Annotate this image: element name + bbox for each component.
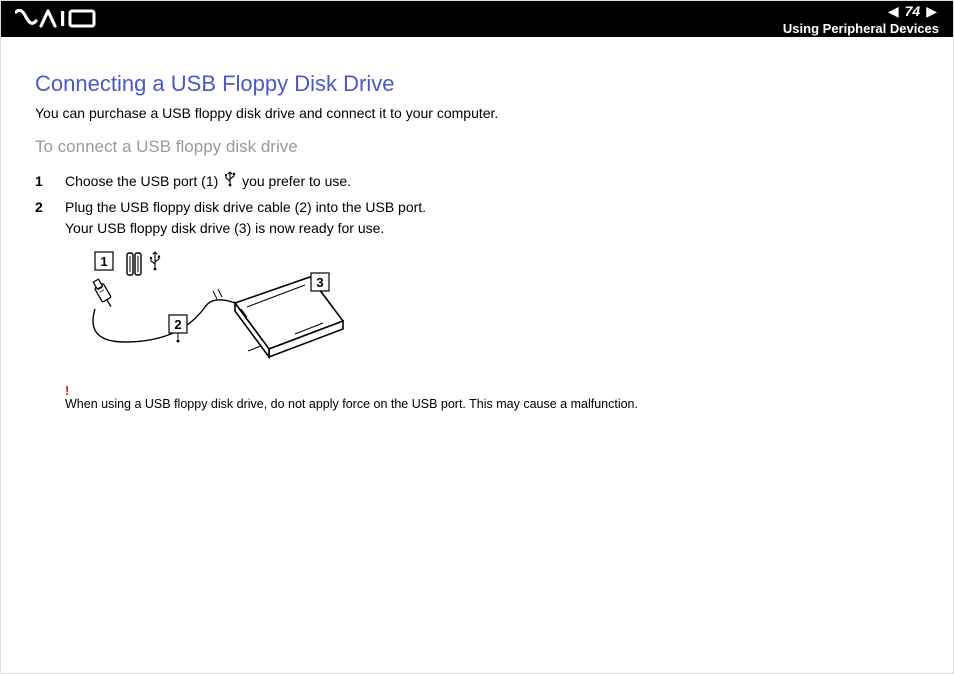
- step-2-text-a: Plug the USB floppy disk drive cable (2)…: [65, 199, 426, 215]
- connection-diagram: 1: [65, 247, 919, 372]
- step-1-text-b: you prefer to use.: [238, 173, 351, 189]
- content-area: Connecting a USB Floppy Disk Drive You c…: [1, 37, 953, 411]
- header-bar: ◀ 74 ▶ Using Peripheral Devices: [1, 1, 953, 37]
- step-2: Plug the USB floppy disk drive cable (2)…: [35, 197, 919, 239]
- sub-title: To connect a USB floppy disk drive: [35, 137, 919, 157]
- vaio-logo: [15, 9, 101, 29]
- diagram-label-2: 2: [174, 317, 181, 332]
- page-container: ◀ 74 ▶ Using Peripheral Devices Connecti…: [0, 0, 954, 674]
- step-list: Choose the USB port (1) you prefer to us…: [35, 171, 919, 239]
- step-1-text-a: Choose the USB port (1): [65, 173, 222, 189]
- prev-page-arrow[interactable]: ◀: [886, 4, 901, 18]
- page-number: 74: [901, 3, 925, 19]
- diagram-label-1: 1: [100, 254, 107, 269]
- section-title: Using Peripheral Devices: [783, 21, 939, 36]
- warning-icon: !: [65, 384, 919, 397]
- usb-icon: [224, 171, 236, 193]
- warning-note: ! When using a USB floppy disk drive, do…: [65, 384, 919, 411]
- intro-text: You can purchase a USB floppy disk drive…: [35, 105, 919, 121]
- next-page-arrow[interactable]: ▶: [924, 4, 939, 18]
- diagram-label-3: 3: [316, 275, 323, 290]
- step-1: Choose the USB port (1) you prefer to us…: [35, 171, 919, 193]
- warning-text: When using a USB floppy disk drive, do n…: [65, 397, 638, 411]
- page-title: Connecting a USB Floppy Disk Drive: [35, 71, 919, 97]
- step-2-text-b: Your USB floppy disk drive (3) is now re…: [65, 220, 384, 236]
- header-right: ◀ 74 ▶ Using Peripheral Devices: [777, 3, 939, 36]
